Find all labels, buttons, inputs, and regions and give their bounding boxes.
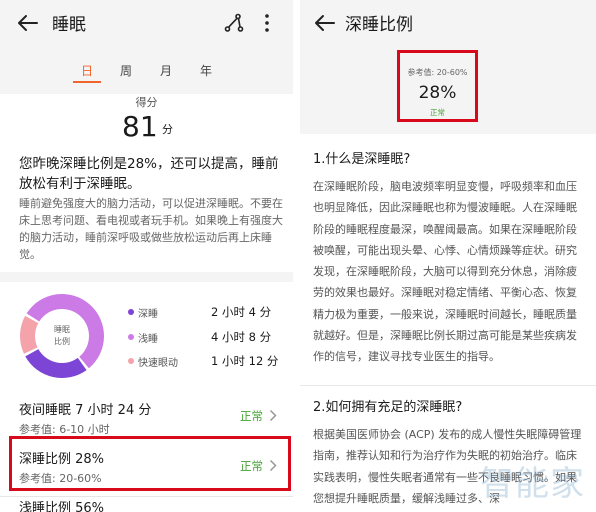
tab-year[interactable]: 年 xyxy=(200,62,212,79)
legend-dot xyxy=(128,334,134,340)
status-label: 正常 xyxy=(430,108,445,117)
page-title: 深睡比例 xyxy=(345,15,413,35)
panel-separator xyxy=(293,0,300,512)
chevron-right-icon xyxy=(269,407,277,426)
donut-label-line1: 睡眠 xyxy=(54,325,70,334)
back-arrow-icon[interactable] xyxy=(14,10,42,36)
legend-name: 快速眼动 xyxy=(138,358,178,369)
top-app-bar: 睡眠 xyxy=(0,0,293,45)
legend-row-light: 浅睡 4 小时 8 分 xyxy=(125,329,285,345)
score-value: 81 xyxy=(122,110,158,143)
detail-header: 深睡比例 参考值: 20-60% 28% 正常 xyxy=(300,0,596,134)
deep-sleep-ratio-value: 28% xyxy=(418,83,457,103)
score-label: 得分 xyxy=(135,96,158,109)
sleep-overview-screen: 睡眠 日 周 月 年 得分 81 分 您昨晚深睡比例是28%，还可以提高，睡前放… xyxy=(0,0,293,512)
sleep-summary-description: 睡前避免强度大的脑力活动，可以促进深睡眠。不要在床上思考问题、看电视或者玩手机。… xyxy=(19,197,283,261)
donut-center-label: 睡眠 比例 xyxy=(34,324,90,348)
divider xyxy=(300,385,596,386)
share-icon[interactable] xyxy=(222,10,246,36)
tab-day[interactable]: 日 xyxy=(81,62,93,79)
tab-week[interactable]: 周 xyxy=(120,62,132,79)
highlight-box xyxy=(9,436,291,491)
legend-value: 1 小时 12 分 xyxy=(211,354,279,368)
more-options-icon[interactable] xyxy=(259,10,275,36)
back-arrow-icon[interactable] xyxy=(312,10,338,36)
legend-dot xyxy=(128,358,134,364)
donut-label-line2: 比例 xyxy=(54,337,70,346)
sleep-score-card: 得分 81 分 您昨晚深睡比例是28%，还可以提高，睡前放松有利于深睡眠。 睡前… xyxy=(0,94,293,272)
score-unit: 分 xyxy=(162,123,173,136)
legend-row-rem: 快速眼动 1 小时 12 分 xyxy=(125,353,285,369)
deep-sleep-detail-screen: 深睡比例 参考值: 20-60% 28% 正常 1.什么是深睡眠? 在深睡眠阶段… xyxy=(300,0,596,512)
legend-value: 2 小时 4 分 xyxy=(211,305,272,319)
article-section-1: 1.什么是深睡眠? 在深睡眠阶段，脑电波频率明显变慢，呼吸频率和血压也明显降低，… xyxy=(313,151,583,368)
metric-light-sleep-ratio[interactable]: 浅睡比例 56% xyxy=(19,497,104,512)
page-title: 睡眠 xyxy=(52,15,86,35)
metric-night-sleep[interactable]: 夜间睡眠 7 小时 24 分 参考值: 6-10 小时 正常 xyxy=(19,399,281,437)
sleep-summary-title: 您昨晚深睡比例是28%，还可以提高，睡前放松有利于深睡眠。 xyxy=(19,156,279,192)
section-body: 在深睡眠阶段，脑电波频率明显变慢，呼吸频率和血压也明显降低，因此深睡眠也称为慢波… xyxy=(313,180,577,364)
legend-value: 4 小时 8 分 xyxy=(211,330,272,344)
tab-month[interactable]: 月 xyxy=(160,62,172,79)
legend-row-deep: 深睡 2 小时 4 分 xyxy=(125,304,285,320)
section-heading: 1.什么是深睡眠? xyxy=(313,152,411,167)
reference-range: 参考值: 20-60% xyxy=(407,68,468,77)
legend-dot xyxy=(128,309,134,315)
period-tabs: 日 周 月 年 xyxy=(0,56,293,86)
metric-status: 正常 xyxy=(240,409,263,423)
watermark-logo: 智能家 xyxy=(480,464,585,504)
legend-name: 浅睡 xyxy=(138,334,158,345)
section-heading: 2.如何拥有充足的深睡眠? xyxy=(313,400,463,415)
active-tab-indicator xyxy=(73,81,101,83)
legend-name: 深睡 xyxy=(138,309,158,320)
